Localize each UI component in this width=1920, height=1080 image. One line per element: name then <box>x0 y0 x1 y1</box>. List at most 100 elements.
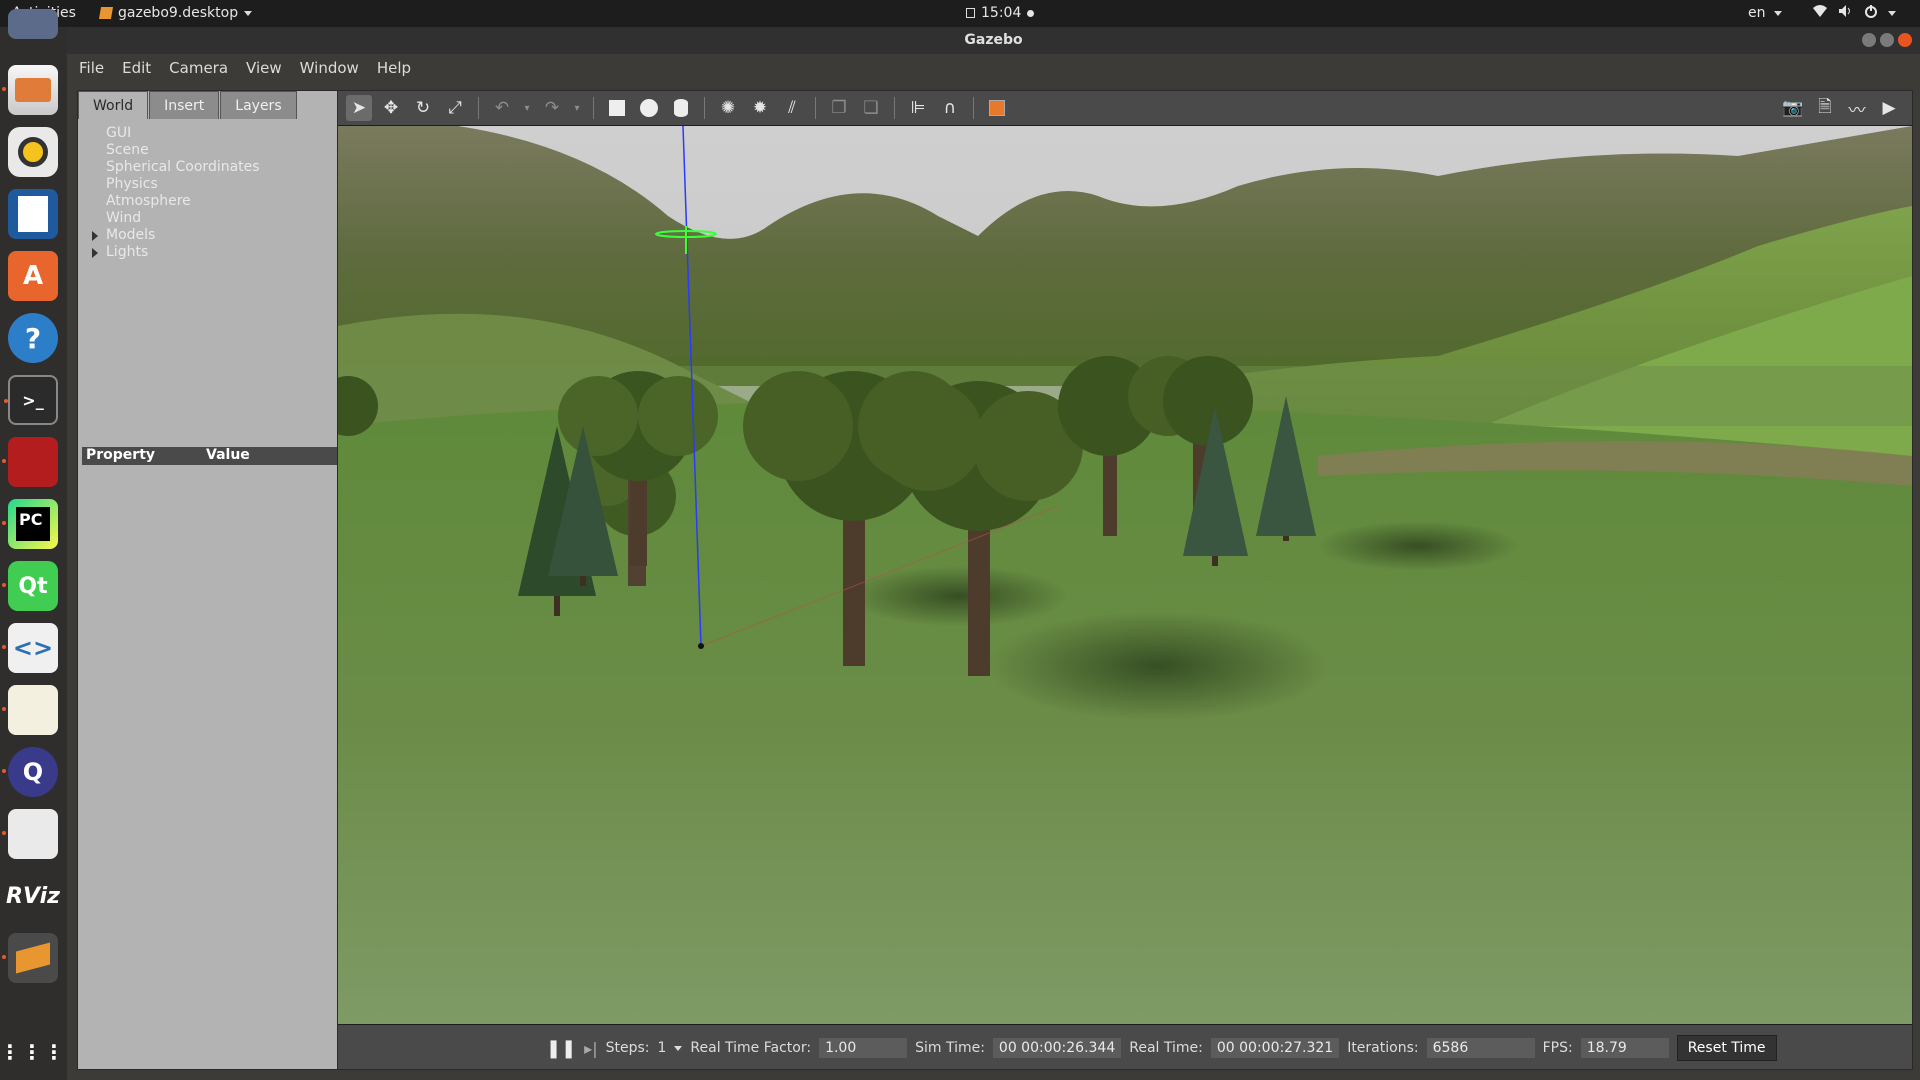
sphere-shape-icon[interactable] <box>636 95 662 121</box>
snap-icon[interactable]: ∩ <box>937 95 963 121</box>
undo-history-icon[interactable]: ▾ <box>521 95 533 121</box>
gedit-icon[interactable] <box>2 809 58 859</box>
pause-icon[interactable]: ❚❚ <box>546 1038 576 1059</box>
menu-window[interactable]: Window <box>300 59 359 77</box>
rtf-value: 1.00 <box>819 1038 908 1058</box>
log-data-icon[interactable]: 🗎 <box>1812 95 1838 121</box>
clock[interactable]: 15:04 <box>966 5 1035 21</box>
code-editor-icon[interactable]: <> <box>2 623 58 673</box>
show-applications-icon[interactable]: ⋮⋮⋮ <box>0 1027 64 1077</box>
gazebo-icon[interactable] <box>2 933 58 983</box>
select-mode-icon[interactable]: ➤ <box>346 95 372 121</box>
reset-time-button[interactable]: Reset Time <box>1676 1035 1777 1061</box>
text-editor-icon[interactable] <box>2 685 58 735</box>
origin-marker <box>698 643 704 649</box>
system-tray[interactable] <box>1812 4 1896 22</box>
chevron-down-icon[interactable] <box>674 1045 683 1051</box>
system-top-bar: Activities gazebo9.desktop 15:04 en <box>0 0 1920 27</box>
toolbar-separator <box>973 97 974 119</box>
files-icon[interactable] <box>2 65 58 115</box>
qt-creator-icon[interactable]: Qt <box>2 561 58 611</box>
scene-render <box>338 126 1912 1024</box>
language-indicator[interactable]: en <box>1748 5 1782 21</box>
window-title: Gazebo <box>964 32 1023 48</box>
menu-edit[interactable]: Edit <box>122 59 151 77</box>
tab-insert[interactable]: Insert <box>149 91 220 119</box>
gazebo-app-icon <box>98 7 114 19</box>
maximize-button[interactable] <box>1880 33 1894 47</box>
viewport-container: ➤ ✥ ↻ ⤢ ↶ ▾ ↷ ▾ ✺ ✹ ⫽ ❐ ❏ ⊫ ∩ � <box>337 90 1913 1070</box>
menu-view[interactable]: View <box>246 59 282 77</box>
menu-file[interactable]: File <box>79 59 104 77</box>
toolbar-separator <box>593 97 594 119</box>
redo-icon[interactable]: ↷ <box>539 95 565 121</box>
iterations-label: Iterations: <box>1347 1040 1419 1056</box>
translate-mode-icon[interactable]: ✥ <box>378 95 404 121</box>
terminal-icon[interactable]: >_ <box>4 375 58 425</box>
sim-time-label: Sim Time: <box>915 1040 985 1056</box>
redo-history-icon[interactable]: ▾ <box>571 95 583 121</box>
app-menu-label: gazebo9.desktop <box>118 5 239 21</box>
view-angle-icon[interactable] <box>984 95 1010 121</box>
notification-dot-icon <box>1027 9 1035 17</box>
scale-mode-icon[interactable]: ⤢ <box>442 95 468 121</box>
viewport-toolbar: ➤ ✥ ↻ ⤢ ↶ ▾ ↷ ▾ ✺ ✹ ⫽ ❐ ❏ ⊫ ∩ � <box>338 91 1912 125</box>
close-button[interactable] <box>1898 33 1912 47</box>
rtf-label: Real Time Factor: <box>690 1040 812 1056</box>
qgroundcontrol-icon[interactable]: Q <box>2 747 58 797</box>
toolbar-separator <box>704 97 705 119</box>
fps-label: FPS: <box>1542 1040 1573 1056</box>
pycharm-icon[interactable]: PC <box>2 499 58 549</box>
paste-icon[interactable]: ❏ <box>858 95 884 121</box>
sim-time-value: 00 00:00:26.344 <box>992 1038 1122 1058</box>
calendar-icon <box>966 8 975 18</box>
align-icon[interactable]: ⊫ <box>905 95 931 121</box>
directional-light-icon[interactable]: ⫽ <box>779 95 805 121</box>
volume-icon <box>1838 4 1854 22</box>
thunderbird-icon[interactable] <box>8 9 58 39</box>
undo-icon[interactable]: ↶ <box>489 95 515 121</box>
menu-help[interactable]: Help <box>377 59 411 77</box>
panel-tabs: World Insert Layers <box>78 91 298 119</box>
steps-label: Steps: <box>605 1040 650 1056</box>
dock: A ? >_ PC Qt <> Q RViz ⋮⋮⋮ <box>0 9 67 1080</box>
step-icon[interactable]: ▸| <box>584 1039 597 1058</box>
plot-icon[interactable]: 〰 <box>1844 95 1870 121</box>
menu-bar: File Edit Camera View Window Help <box>67 54 1920 82</box>
expand-arrow-icon[interactable] <box>92 231 98 241</box>
3d-scene-viewport[interactable] <box>338 126 1912 1024</box>
value-column-header[interactable]: Value <box>202 447 250 465</box>
chevron-down-icon <box>1773 10 1782 16</box>
tab-layers[interactable]: Layers <box>220 91 297 119</box>
video-record-icon[interactable]: ▶ <box>1876 95 1902 121</box>
cylinder-shape-icon[interactable] <box>668 95 694 121</box>
spot-light-icon[interactable]: ✹ <box>747 95 773 121</box>
point-light-icon[interactable]: ✺ <box>715 95 741 121</box>
window-titlebar[interactable]: Gazebo <box>67 27 1920 54</box>
rhythmbox-icon[interactable] <box>8 127 58 177</box>
app-menu[interactable]: gazebo9.desktop <box>98 5 253 21</box>
rviz-icon[interactable]: RViz <box>6 871 60 921</box>
language-label: en <box>1748 5 1766 21</box>
power-icon <box>1864 4 1878 22</box>
rotate-mode-icon[interactable]: ↻ <box>410 95 436 121</box>
iterations-value: 6586 <box>1426 1038 1535 1058</box>
copy-icon[interactable]: ❐ <box>826 95 852 121</box>
screenshot-icon[interactable]: 📷 <box>1780 95 1806 121</box>
screen-recorder-icon[interactable] <box>2 437 58 487</box>
writer-icon[interactable] <box>8 189 58 239</box>
chevron-down-icon <box>1888 10 1896 16</box>
help-icon[interactable]: ? <box>8 313 58 363</box>
property-column-header[interactable]: Property <box>82 447 202 465</box>
real-time-label: Real Time: <box>1129 1040 1203 1056</box>
box-shape-icon[interactable] <box>604 95 630 121</box>
steps-value[interactable]: 1 <box>657 1040 666 1056</box>
main-content: World Insert Layers GUI Scene Spherical … <box>67 82 1920 1080</box>
menu-camera[interactable]: Camera <box>169 59 228 77</box>
software-center-icon[interactable]: A <box>8 251 58 301</box>
fps-value: 18.79 <box>1580 1038 1669 1058</box>
minimize-button[interactable] <box>1862 33 1876 47</box>
tab-world[interactable]: World <box>78 91 149 119</box>
expand-arrow-icon[interactable] <box>92 248 98 258</box>
toolbar-separator <box>894 97 895 119</box>
